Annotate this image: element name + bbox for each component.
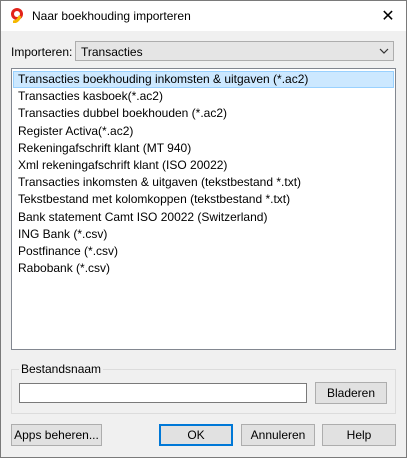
list-item[interactable]: Postfinance (*.csv) bbox=[13, 243, 394, 260]
close-button[interactable]: ✕ bbox=[370, 1, 406, 31]
list-item[interactable]: Transacties inkomsten & uitgaven (tekstb… bbox=[13, 174, 394, 191]
app-icon bbox=[11, 8, 23, 23]
filename-group-label: Bestandsnaam bbox=[19, 362, 104, 376]
chevron-down-icon bbox=[379, 48, 389, 54]
list-item[interactable]: Bank statement Camt ISO 20022 (Switzerla… bbox=[13, 209, 394, 226]
list-item[interactable]: Register Activa(*.ac2) bbox=[13, 123, 394, 140]
manage-apps-label: Apps beheren... bbox=[14, 428, 99, 442]
list-item[interactable]: Transacties kasboek(*.ac2) bbox=[13, 88, 394, 105]
import-type-value: Transacties bbox=[81, 45, 143, 59]
close-icon: ✕ bbox=[381, 8, 395, 25]
import-label: Importeren: bbox=[11, 45, 73, 59]
list-item[interactable]: Transacties boekhouding inkomsten & uitg… bbox=[13, 71, 394, 88]
list-item[interactable]: Rabobank (*.csv) bbox=[13, 260, 394, 277]
list-item[interactable]: ING Bank (*.csv) bbox=[13, 226, 394, 243]
cancel-label: Annuleren bbox=[250, 428, 306, 442]
manage-apps-button[interactable]: Apps beheren... bbox=[11, 424, 102, 446]
filename-input[interactable] bbox=[19, 383, 307, 403]
import-dialog: Naar boekhouding importeren ✕ Importeren… bbox=[0, 0, 407, 458]
browse-button-label: Bladeren bbox=[326, 386, 376, 400]
ok-label: OK bbox=[187, 428, 205, 442]
import-type-select[interactable]: Transacties bbox=[75, 41, 394, 61]
help-button[interactable]: Help bbox=[322, 424, 396, 446]
browse-button[interactable]: Bladeren bbox=[315, 382, 387, 404]
import-format-list[interactable]: Transacties boekhouding inkomsten & uitg… bbox=[11, 68, 396, 350]
ok-button[interactable]: OK bbox=[159, 424, 233, 446]
list-item[interactable]: Transacties dubbel boekhouden (*.ac2) bbox=[13, 105, 394, 122]
window-title: Naar boekhouding importeren bbox=[32, 9, 191, 23]
list-item[interactable]: Xml rekeningafschrift klant (ISO 20022) bbox=[13, 157, 394, 174]
list-item[interactable]: Rekeningafschrift klant (MT 940) bbox=[13, 140, 394, 157]
list-item[interactable]: Tekstbestand met kolomkoppen (tekstbesta… bbox=[13, 191, 394, 208]
title-bar: Naar boekhouding importeren ✕ bbox=[1, 1, 406, 31]
cancel-button[interactable]: Annuleren bbox=[241, 424, 315, 446]
help-label: Help bbox=[346, 428, 372, 442]
